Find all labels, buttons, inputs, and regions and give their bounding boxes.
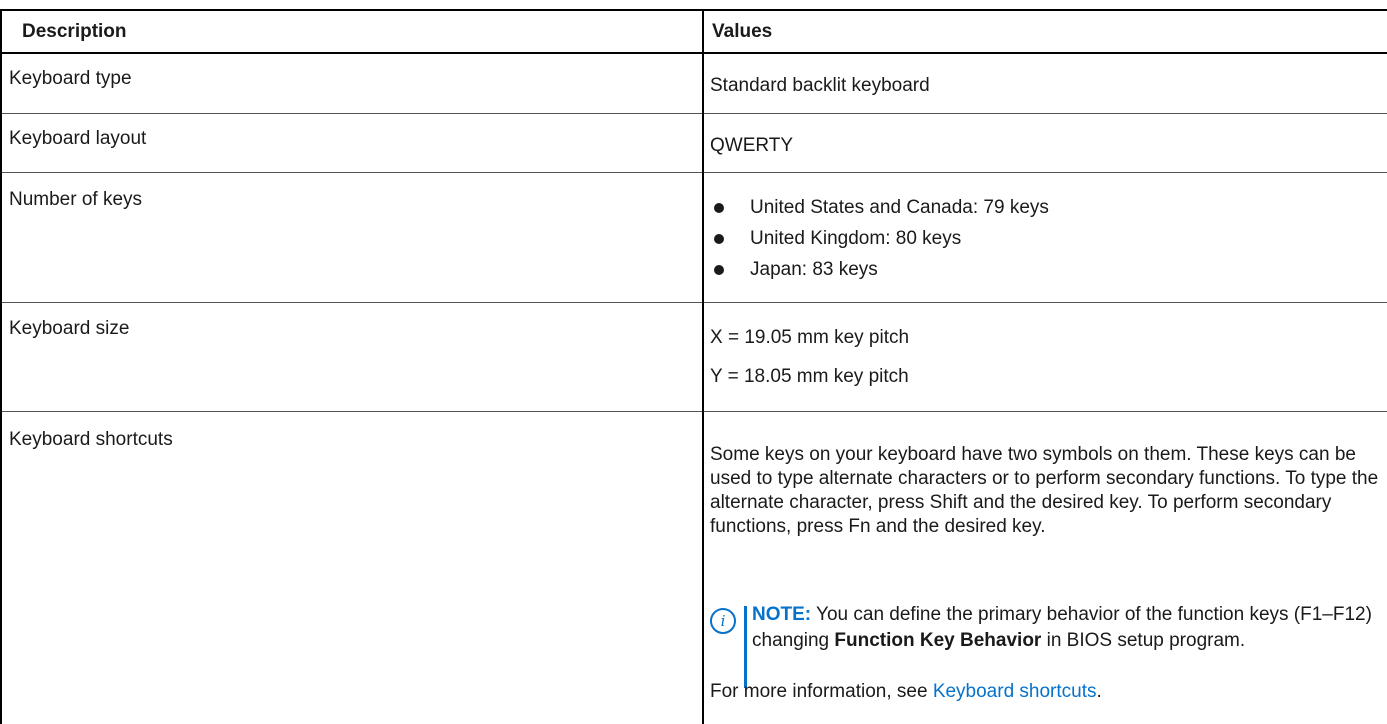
table-border-top [0,9,1387,11]
number-of-keys-list: United States and Canada: 79 keys United… [710,196,1049,289]
more-info-line: For more information, see Keyboard short… [710,680,1102,704]
note-label: NOTE: [752,604,812,625]
row-keyboard-type-description: Keyboard type [9,68,132,89]
row-divider [0,302,1387,303]
note-text-after: in BIOS setup program. [1041,630,1246,651]
note-bold-text: Function Key Behavior [834,630,1042,651]
row-divider [0,411,1387,412]
keyboard-shortcuts-link[interactable]: Keyboard shortcuts [933,681,1097,702]
header-values: Values [712,21,773,42]
list-item-text: Japan: 83 keys [750,259,878,280]
note-text: NOTE: You can define the primary behavio… [752,602,1387,654]
info-icon: i [710,608,736,634]
keyboard-size-x: X = 19.05 mm key pitch [710,327,910,348]
row-divider [0,113,1387,114]
more-info-suffix: . [1096,681,1102,702]
list-item: Japan: 83 keys [710,258,1049,289]
keyboard-shortcuts-paragraph: Some keys on your keyboard have two symb… [710,444,1379,537]
list-item-text: United Kingdom: 80 keys [750,228,962,249]
column-divider [702,9,704,724]
row-divider [0,172,1387,173]
row-keyboard-shortcuts-description: Keyboard shortcuts [9,429,173,450]
bullet-icon [714,265,724,275]
row-keyboard-size-description: Keyboard size [9,318,130,339]
row-number-of-keys-description: Number of keys [9,189,143,210]
header-description: Description [22,21,127,42]
keyboard-spec-table: Description Values Keyboard type Standar… [0,0,1387,724]
row-keyboard-layout-value: QWERTY [710,135,794,156]
row-keyboard-layout-description: Keyboard layout [9,128,147,149]
list-item-text: United States and Canada: 79 keys [750,197,1049,218]
note-bar [744,606,747,688]
table-border-left [0,9,2,724]
note-box: i NOTE: You can define the primary behav… [710,600,1387,692]
keyboard-size-y: Y = 18.05 mm key pitch [710,366,909,387]
header-bottom-border [0,52,1387,54]
more-info-prefix: For more information, see [710,681,933,702]
bullet-icon [714,234,724,244]
bullet-icon [714,203,724,213]
row-keyboard-type-value: Standard backlit keyboard [710,75,930,96]
list-item: United Kingdom: 80 keys [710,227,1049,258]
list-item: United States and Canada: 79 keys [710,196,1049,227]
